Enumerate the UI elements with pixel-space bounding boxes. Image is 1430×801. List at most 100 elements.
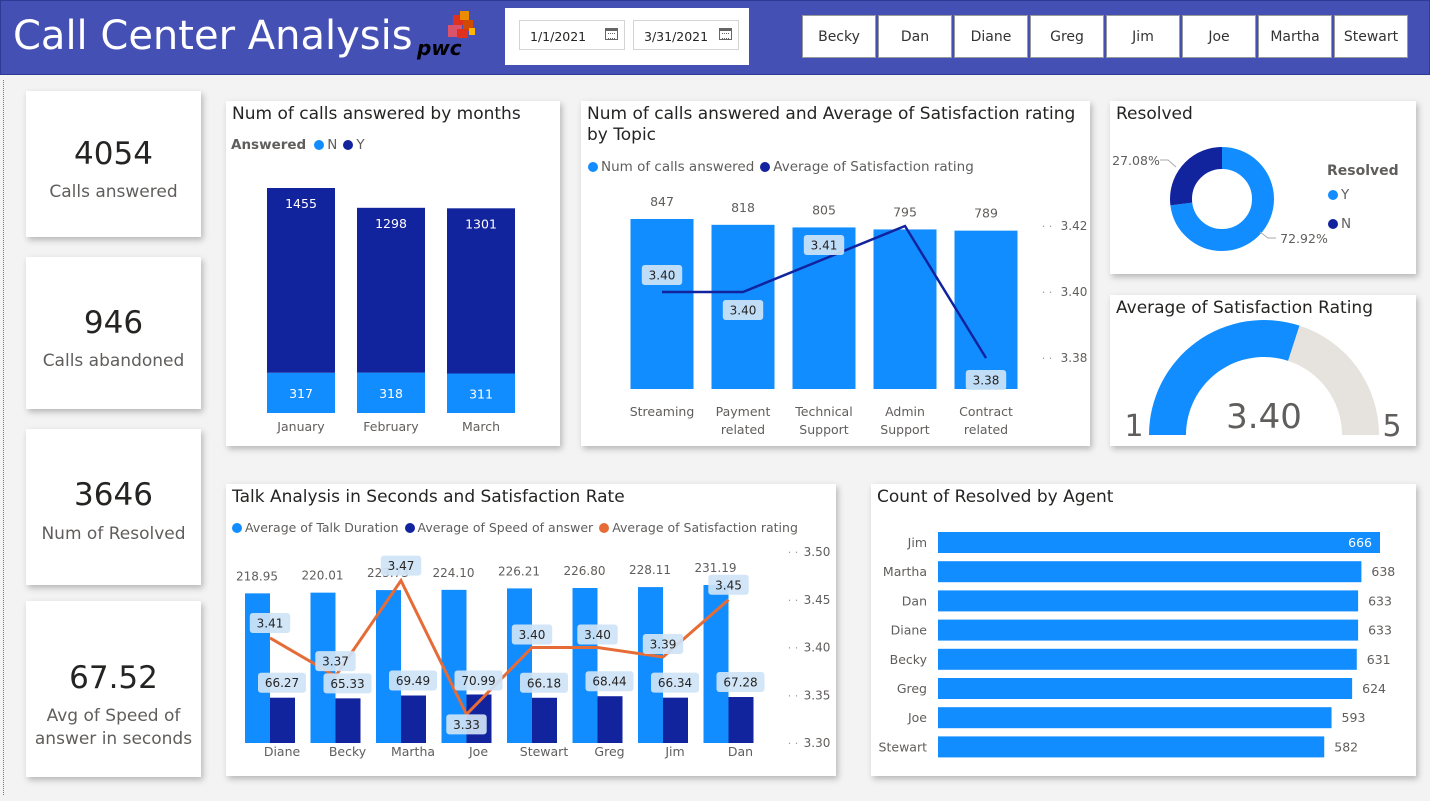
bar: [938, 561, 1362, 583]
header-bar: Call Center Analysis pwc 1/1/2021 3/31/2…: [0, 0, 1430, 75]
legend-marker: [1328, 219, 1338, 229]
y-tick-label: Stewart: [879, 739, 928, 754]
speed-data-label: 67.28: [723, 676, 757, 690]
bar-segment-y: [447, 208, 515, 374]
x-tick-label: Becky: [329, 744, 367, 759]
y2-tick-dots: · ·: [1042, 286, 1053, 299]
y-tick-label: Jim: [907, 535, 927, 550]
line-data-label: 3.40: [649, 269, 676, 283]
x-tick-label: Martha: [391, 744, 435, 759]
y2-tick-label: 3.50: [804, 545, 831, 559]
line-data-label: 3.41: [811, 239, 838, 253]
data-label: 72.92%: [1280, 231, 1328, 246]
bar: [938, 736, 1325, 758]
kpi-value: 3646: [74, 477, 153, 513]
legend-item-n: N: [1328, 216, 1351, 232]
topic-chart-card[interactable]: Num of calls answered and Average of Sat…: [581, 101, 1090, 446]
data-label: 311: [469, 386, 493, 401]
kpi-value: 67.52: [69, 660, 158, 696]
kpi-card-num-resolved[interactable]: 3646 Num of Resolved: [26, 429, 201, 585]
agent-button-stewart[interactable]: Stewart: [1334, 15, 1408, 58]
data-label: 226.80: [564, 564, 606, 578]
data-label: 847: [650, 194, 674, 209]
satisfaction-data-label: 3.40: [519, 628, 546, 642]
speed-data-label: 69.49: [396, 674, 430, 688]
start-date-input[interactable]: 1/1/2021: [519, 20, 625, 50]
kpi-label: Calls abandoned: [42, 351, 185, 371]
bar-talk-duration: [507, 588, 532, 743]
agent-button-greg[interactable]: Greg: [1030, 15, 1104, 58]
bar: [630, 219, 694, 389]
agent-button-martha[interactable]: Martha: [1258, 15, 1332, 58]
y-tick-label: Joe: [907, 710, 927, 725]
data-label: 795: [893, 204, 917, 219]
resolved-donut-plot: 27.08% 72.92%: [1112, 147, 1328, 251]
bar: [938, 619, 1359, 641]
data-label: 666: [1348, 535, 1372, 550]
gauge-max-label: 5: [1382, 409, 1401, 444]
kpi-value: 4054: [74, 136, 153, 172]
kpi-card-calls-abandoned[interactable]: 946 Calls abandoned: [26, 257, 201, 409]
data-label: 317: [289, 386, 313, 401]
data-label: 220.01: [302, 569, 344, 583]
y2-tick-label: 3.40: [1061, 285, 1088, 299]
bar-speed-of-answer: [532, 697, 557, 743]
x-tick-label: January: [276, 419, 325, 434]
data-label: 231.19: [695, 561, 737, 575]
data-label: 593: [1342, 710, 1366, 725]
topic-chart-plot: 847 Streaming 818 Payment related 805 Technica…: [630, 194, 1088, 437]
page-title: Call Center Analysis: [13, 13, 413, 59]
legend-label: N: [1341, 216, 1352, 232]
page-border: [3, 80, 4, 795]
months-chart-card[interactable]: Num of calls answered by months Answered…: [226, 101, 560, 446]
end-date-input[interactable]: 3/31/2021: [633, 20, 739, 50]
calendar-icon[interactable]: [719, 28, 732, 40]
gauge-min-label: 1: [1124, 409, 1143, 444]
kpi-card-avg-speed[interactable]: 67.52 Avg of Speed of answer in seconds: [26, 601, 201, 777]
kpi-card-calls-answered[interactable]: 4054 Calls answered: [26, 91, 201, 237]
satisfaction-data-label: 3.41: [257, 616, 284, 630]
bar-segment-y: [357, 207, 425, 373]
y2-tick-label: 3.30: [804, 736, 831, 750]
agent-button-joe[interactable]: Joe: [1182, 15, 1256, 58]
bar-speed-of-answer: [270, 697, 295, 743]
y-tick-label: Dan: [902, 593, 927, 608]
agent-button-becky[interactable]: Becky: [802, 15, 876, 58]
resolved-donut-card[interactable]: Resolved 27.08% 72.92% Resolved Y N: [1110, 101, 1416, 274]
data-label: 27.08%: [1112, 153, 1160, 168]
bar-speed-of-answer: [728, 697, 754, 743]
legend-marker: [1328, 190, 1338, 200]
y2-tick-label: 3.42: [1061, 219, 1088, 233]
y2-tick-dots: · ·: [788, 689, 799, 702]
data-label: 789: [974, 206, 998, 221]
satisfaction-data-label: 3.47: [388, 559, 415, 573]
speed-data-label: 65.33: [330, 677, 364, 691]
agent-slicer: Becky Dan Diane Greg Jim Joe Martha Stew…: [802, 15, 1408, 58]
x-tick-label: Contract: [959, 404, 1013, 419]
satisfaction-gauge-card[interactable]: Average of Satisfaction Rating 3.40 1 5: [1110, 295, 1416, 446]
data-label: 318: [379, 386, 403, 401]
pwc-logo: pwc: [413, 11, 479, 63]
agent-chart-card[interactable]: Count of Resolved by Agent Jim 666 Martha 6…: [871, 484, 1416, 776]
y2-tick-dots: · ·: [788, 737, 799, 750]
kpi-label: Calls answered: [49, 182, 178, 202]
data-label: 226.21: [498, 564, 540, 578]
kpi-value: 946: [83, 305, 144, 341]
x-tick-label: Dan: [728, 744, 753, 759]
y-tick-label: Becky: [890, 652, 928, 667]
agent-button-jim[interactable]: Jim: [1106, 15, 1180, 58]
months-chart-plot: 317 1455 January 318 1298 February 311 1301 Marc…: [267, 188, 515, 434]
leader-line: [1259, 231, 1276, 239]
y-tick-label: Diane: [891, 623, 928, 638]
y2-tick-dots: · ·: [1042, 220, 1053, 233]
speed-data-label: 66.34: [658, 676, 692, 690]
x-tick-label: Diane: [264, 744, 301, 759]
agent-button-diane[interactable]: Diane: [954, 15, 1028, 58]
x-tick-label: Jim: [664, 744, 684, 759]
data-label: 633: [1368, 593, 1392, 608]
bar-speed-of-answer: [663, 697, 688, 743]
agent-button-dan[interactable]: Dan: [878, 15, 952, 58]
calendar-icon[interactable]: [605, 28, 618, 40]
talk-chart-card[interactable]: Talk Analysis in Seconds and Satisfactio…: [226, 484, 836, 776]
data-label: 633: [1368, 623, 1392, 638]
